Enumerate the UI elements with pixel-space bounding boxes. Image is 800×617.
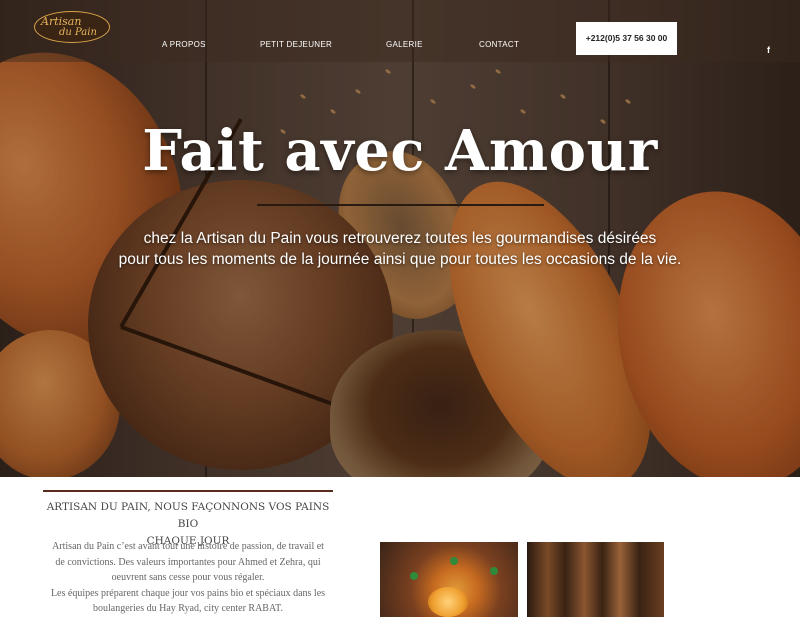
about-section: ARTISAN DU PAIN, NOUS FAÇONNONS VOS PAIN… <box>0 477 800 617</box>
hero-subtitle-line1: chez la Artisan du Pain vous retrouverez… <box>143 230 657 247</box>
nav-link-a-propos[interactable]: A PROPOS <box>162 40 206 49</box>
facebook-icon[interactable]: f <box>767 45 770 55</box>
about-body-line: Artisan du Pain c’est avant tout une his… <box>52 541 324 552</box>
hero-banner: Artisan du Pain A PROPOS PETIT DEJEUNER … <box>0 0 800 477</box>
phone-button[interactable]: +212(0)5 37 56 30 00 <box>576 22 677 55</box>
pastry-thumbnail[interactable] <box>380 542 518 617</box>
orange-slice-shape <box>428 587 468 617</box>
logo-text-line2: du Pain <box>59 27 97 38</box>
about-body-line: boulangeries du Hay Ryad, city center RA… <box>93 603 283 614</box>
section-divider <box>43 490 333 492</box>
berry-shape <box>410 572 418 580</box>
nav-link-galerie[interactable]: GALERIE <box>386 40 423 49</box>
nav-link-contact[interactable]: CONTACT <box>479 40 519 49</box>
about-title-line1: ARTISAN DU PAIN, NOUS FAÇONNONS VOS PAIN… <box>46 501 330 530</box>
hero-subtitle: chez la Artisan du Pain vous retrouverez… <box>0 228 800 270</box>
hero-title: Fait avec Amour <box>142 118 658 184</box>
about-body-line: oeuvrent sans cesse pour vous régaler. <box>111 572 265 583</box>
about-body-line: de convictions. Des valeurs importantes … <box>55 556 321 568</box>
about-body: Artisan du Pain c’est avant tout une his… <box>43 539 333 617</box>
berry-shape <box>450 557 458 565</box>
berry-shape <box>490 567 498 575</box>
about-body-line: Les équipes préparent chaque jour vos pa… <box>50 587 326 599</box>
nav-bar <box>0 0 800 62</box>
nav-link-petit-dejeuner[interactable]: PETIT DEJEUNER <box>260 40 332 49</box>
bread-thumbnail[interactable] <box>527 542 664 617</box>
hero-divider <box>257 204 544 206</box>
hero-subtitle-line2: pour tous les moments de la journée ains… <box>118 251 682 268</box>
logo[interactable]: Artisan du Pain <box>34 11 110 43</box>
